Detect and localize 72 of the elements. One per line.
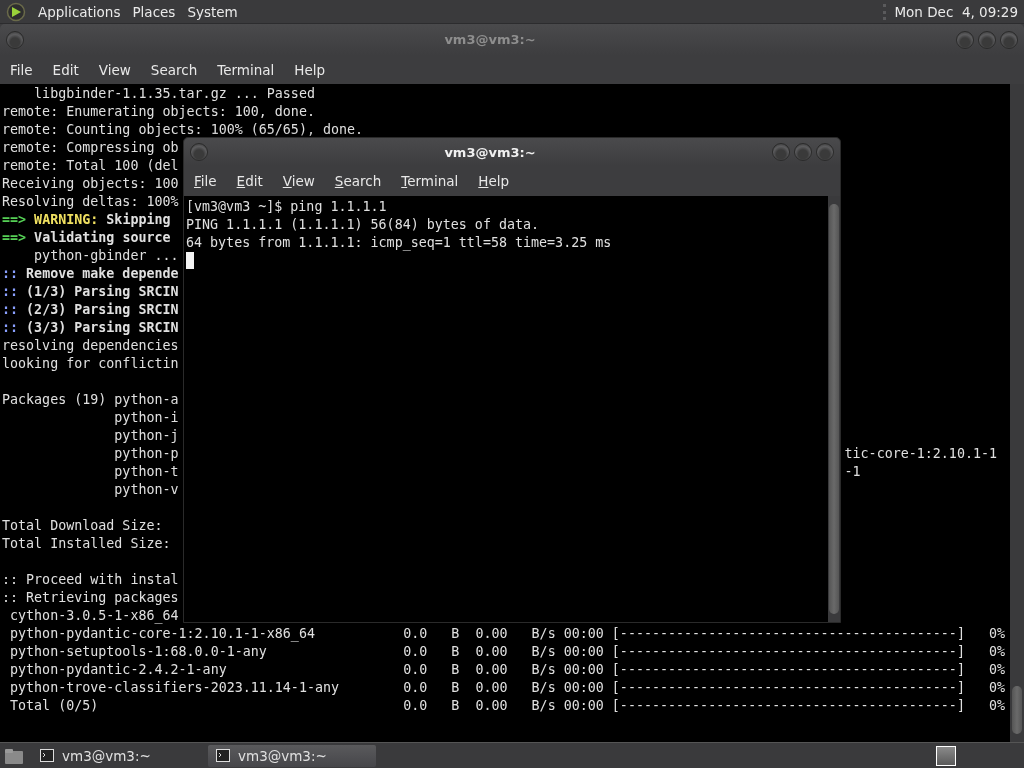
workspace-switcher[interactable] xyxy=(936,745,956,766)
terminal-line: ==> WARNING: Skipping xyxy=(2,211,171,229)
terminal-line: :: Retrieving packages xyxy=(2,589,179,607)
menu-item[interactable]: Help xyxy=(290,61,330,78)
terminal-line: remote: Enumerating objects: 100, done. xyxy=(2,103,315,121)
taskbar-button[interactable]: vm3@vm3:~ xyxy=(32,744,200,767)
minimize-button[interactable] xyxy=(772,143,790,161)
terminal-line: python-j xyxy=(113,427,179,445)
terminal-line: -1 xyxy=(844,463,861,481)
scrollbar[interactable] xyxy=(1010,84,1024,742)
terminal-line: :: (3/3) Parsing SRCIN xyxy=(2,319,179,337)
menu-item[interactable]: Search xyxy=(146,61,202,78)
terminal-line: :: (1/3) Parsing SRCIN xyxy=(2,283,179,301)
logo-icon[interactable] xyxy=(6,1,26,22)
window-title: vm3@vm3:~ xyxy=(443,32,537,47)
show-desktop-icon[interactable] xyxy=(4,746,24,765)
terminal-line: tic-core-1:2.10.1-1 xyxy=(844,445,997,463)
terminal-line: Packages (19) python-a xyxy=(2,391,179,409)
close-button[interactable] xyxy=(816,143,834,161)
terminal-line: 64 bytes from 1.1.1.1: icmp_seq=1 ttl=58 time=3.25 ms xyxy=(186,234,612,252)
menu-item[interactable]: File xyxy=(190,173,221,189)
terminal-line: PING 1.1.1.1 (1.1.1.1) 56(84) bytes of data. xyxy=(186,216,540,234)
terminal-line: Total (0/5) 0.0 B 0.00 B/s 00:00 [------------------------------------------] 0% xyxy=(9,697,1006,715)
terminal-line: Total Installed Size: xyxy=(2,535,171,553)
terminal-icon xyxy=(40,749,54,762)
panel-menu[interactable]: Places xyxy=(132,3,176,20)
terminal-line: looking for conflictin xyxy=(2,355,179,373)
terminal-line: resolving dependencies xyxy=(2,337,179,355)
scrollbar[interactable] xyxy=(828,196,840,622)
clock[interactable]: Mon Dec 4, 09:29 xyxy=(894,3,1018,20)
menu-item[interactable]: View xyxy=(278,173,319,189)
terminal-line: :: Proceed with instal xyxy=(2,571,179,589)
menu-item[interactable]: View xyxy=(94,61,135,78)
terminal-line: ==> Validating source xyxy=(2,229,171,247)
terminal-line: Total Download Size: xyxy=(2,517,163,535)
maximize-button[interactable] xyxy=(794,143,812,161)
terminal-line: python-trove-classifiers-2023.11.14-1-any 0.0 B 0.00 B/s 00:00 [------------------------------------------] 0% xyxy=(9,679,1006,697)
terminal-line: libgbinder-1.1.35.tar.gz ... Passed xyxy=(33,85,315,103)
close-button[interactable] xyxy=(1000,30,1018,49)
terminal-line: python-setuptools-1:68.0.0-1-any 0.0 B 0.00 B/s 00:00 [------------------------------------------] 0% xyxy=(9,643,1006,661)
terminal-line: python-i xyxy=(113,409,179,427)
terminal-line: python-t xyxy=(113,463,179,481)
menu-item[interactable]: Edit xyxy=(48,61,83,78)
window-menu-button[interactable] xyxy=(6,30,24,49)
menu-item[interactable]: Terminal xyxy=(213,61,279,78)
minimize-button[interactable] xyxy=(956,30,974,49)
terminal-line: Resolving deltas: 100% xyxy=(2,193,179,211)
terminal-line: python-p xyxy=(113,445,179,463)
terminal-line: python-v xyxy=(113,481,179,499)
terminal-line: :: Remove make depende xyxy=(2,265,179,283)
menu-item[interactable]: Edit xyxy=(232,173,267,189)
menu-item[interactable]: Terminal xyxy=(397,173,463,189)
window-menu-button[interactable] xyxy=(190,143,208,161)
terminal-line: python-pydantic-core-1:2.10.1-1-x86_64 0.0 B 0.00 B/s 00:00 [------------------------------------------] 0% xyxy=(9,625,1006,643)
terminal-line: :: (2/3) Parsing SRCIN xyxy=(2,301,179,319)
taskbar-button[interactable]: vm3@vm3:~ xyxy=(208,744,376,767)
terminal-line: python-pydantic-2.4.2-1-any 0.0 B 0.00 B/s 00:00 [------------------------------------------] 0% xyxy=(9,661,1006,679)
menu-item[interactable]: Help xyxy=(474,173,514,189)
maximize-button[interactable] xyxy=(978,30,996,49)
terminal-line: cython-3.0.5-1-x86_64 xyxy=(9,607,179,625)
panel-menu[interactable]: System xyxy=(187,3,238,20)
menu-item[interactable]: Search xyxy=(330,173,386,189)
terminal-line: python-gbinder ... xyxy=(33,247,179,265)
terminal-line: remote: Compressing ob xyxy=(2,139,179,157)
terminal-line: remote: Counting objects: 100% (65/65), done. xyxy=(2,121,364,139)
menu-item[interactable]: File xyxy=(6,61,37,78)
terminal-icon xyxy=(216,749,230,762)
window-title: vm3@vm3:~ xyxy=(443,144,537,160)
terminal-line: remote: Total 100 (del xyxy=(2,157,179,175)
terminal-line: [vm3@vm3 ~]$ ping 1.1.1.1 xyxy=(186,198,387,216)
terminal-line: Receiving objects: 100 xyxy=(2,175,179,193)
panel-menu[interactable]: Applications xyxy=(38,3,121,20)
